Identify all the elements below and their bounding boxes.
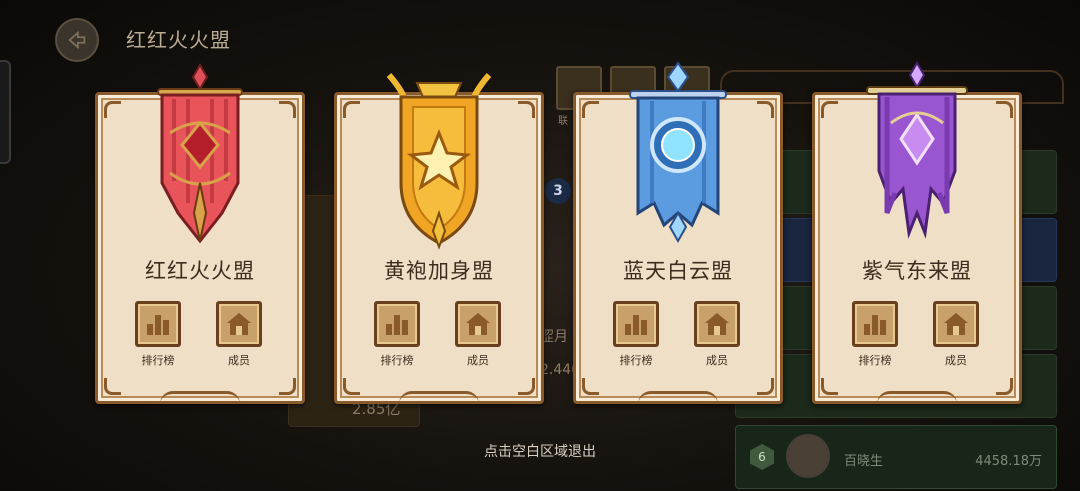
alliance-card-red[interactable]: 红红火火盟 排行榜 成员 xyxy=(95,63,305,404)
house-icon xyxy=(705,313,729,335)
alliance-name: 紫气东来盟 xyxy=(862,259,972,283)
ranking-bars-icon xyxy=(147,315,169,335)
page-title: 红红火火盟 xyxy=(126,28,231,52)
ranking-bars-icon xyxy=(864,315,886,335)
side-tab xyxy=(0,60,11,164)
partial-label: 联 xyxy=(558,116,568,127)
members-button[interactable]: 成员 xyxy=(215,301,263,368)
alliance-card-purple[interactable]: 紫气东来盟 排行榜 成员 xyxy=(812,61,1022,404)
ranking-button[interactable]: 排行榜 xyxy=(612,301,660,368)
ranking-bars-icon xyxy=(386,315,408,335)
rank-badge: 3 xyxy=(545,178,571,204)
house-icon xyxy=(944,313,968,335)
ranking-button[interactable]: 排行榜 xyxy=(134,301,182,368)
alliance-card-gold[interactable]: 黄袍加身盟 排行榜 成员 xyxy=(334,73,544,404)
ranking-bars-icon xyxy=(625,315,647,335)
members-button[interactable]: 成员 xyxy=(693,301,741,368)
ranking-button[interactable]: 排行榜 xyxy=(851,301,899,368)
house-icon xyxy=(227,313,251,335)
purple-banner-icon xyxy=(847,61,987,253)
back-arrow-icon xyxy=(68,30,86,50)
exit-hint: 点击空白区域退出 xyxy=(484,444,596,460)
red-banner-icon xyxy=(130,63,270,253)
alliance-name: 蓝天白云盟 xyxy=(623,259,733,283)
ranking-button[interactable]: 排行榜 xyxy=(373,301,421,368)
gold-shield-icon xyxy=(369,63,509,253)
blue-banner-icon xyxy=(608,61,748,253)
alliance-card-blue[interactable]: 蓝天白云盟 排行榜 成员 xyxy=(573,61,783,404)
members-button[interactable]: 成员 xyxy=(454,301,502,368)
alliance-name: 黄袍加身盟 xyxy=(384,259,494,283)
partial-name: 涩月 xyxy=(540,329,568,345)
alliance-name: 红红火火盟 xyxy=(145,259,255,283)
alliance-select-screen[interactable]: 红红火火盟 3 2.85亿 2.446 涩月 联 6 百晓生 4458.18万 xyxy=(0,0,1080,491)
house-icon xyxy=(466,313,490,335)
members-button[interactable]: 成员 xyxy=(932,301,980,368)
back-button[interactable] xyxy=(55,18,99,62)
